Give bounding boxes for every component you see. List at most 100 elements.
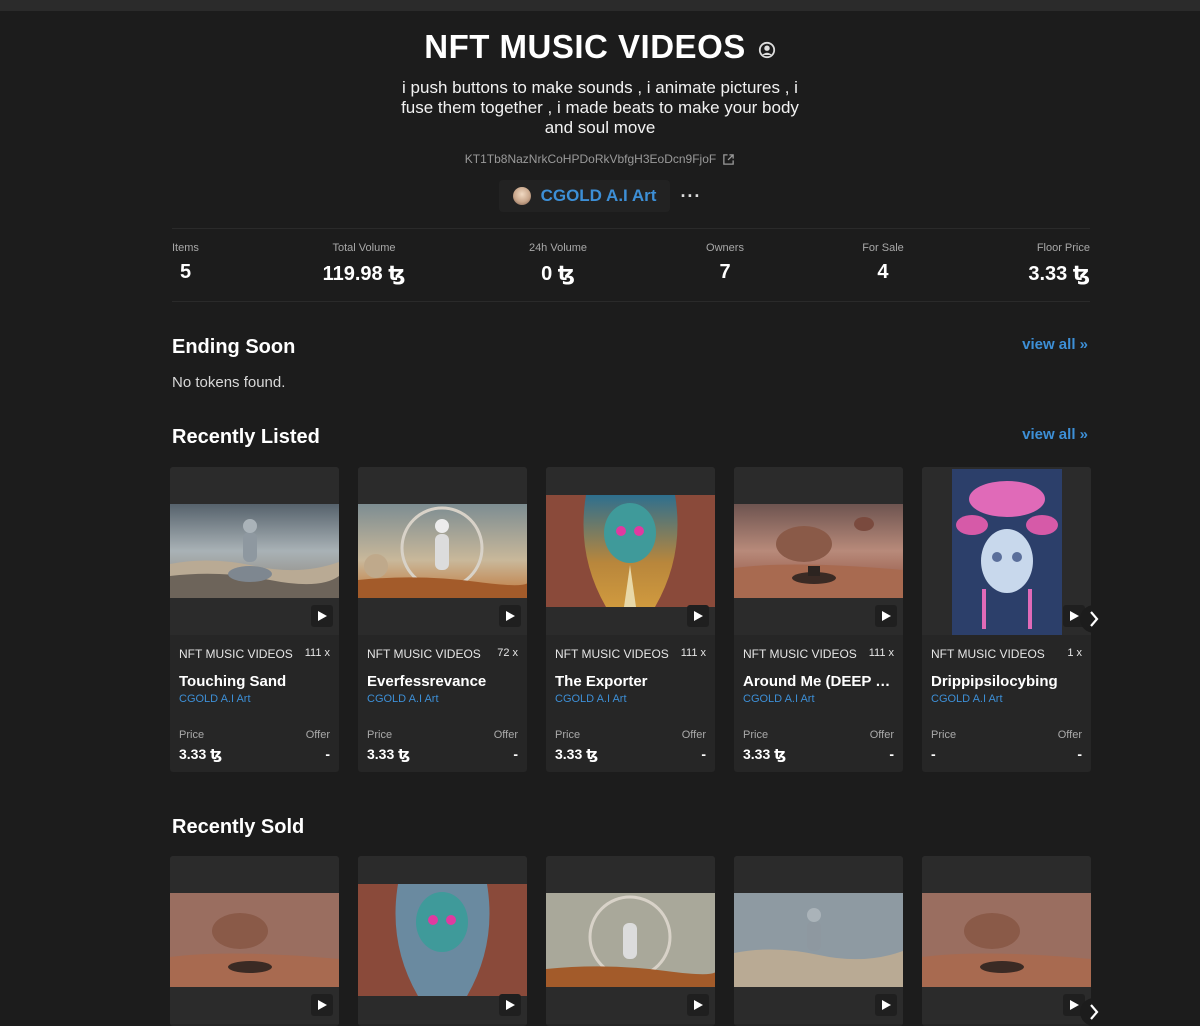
token-artwork[interactable]	[170, 504, 339, 598]
sold-token-card[interactable]	[922, 856, 1091, 1026]
play-button[interactable]	[311, 994, 333, 1016]
token-card[interactable]: NFT MUSIC VIDEOS 111 x The Exporter CGOL…	[546, 467, 715, 772]
chevron-right-icon	[1090, 1004, 1099, 1020]
token-editions: 111 x	[868, 647, 894, 659]
creator-row: CGOLD A.I Art ···	[0, 180, 1200, 212]
stat-value: 7	[719, 261, 731, 283]
recently-listed-view-all-link[interactable]: view all »	[1022, 426, 1088, 443]
stat-total-volume: Total Volume 119.98 ꜩ	[323, 242, 406, 286]
token-media[interactable]	[734, 467, 903, 635]
play-button[interactable]	[311, 605, 333, 627]
play-button[interactable]	[499, 605, 521, 627]
token-collection[interactable]: NFT MUSIC VIDEOS	[179, 647, 293, 661]
token-artwork[interactable]	[734, 504, 903, 598]
collection-row: NFT MUSIC VIDEOS 111 x	[743, 647, 894, 661]
price-values: 3.33 ꜩ -	[367, 746, 518, 763]
play-button[interactable]	[499, 994, 521, 1016]
token-meta: NFT MUSIC VIDEOS 111 x Touching Sand CGO…	[170, 635, 339, 772]
token-media[interactable]	[922, 856, 1091, 1024]
user-circle-icon[interactable]	[758, 41, 776, 59]
play-button[interactable]	[875, 994, 897, 1016]
token-media[interactable]	[546, 856, 715, 1024]
price-value: -	[931, 746, 936, 762]
stat-floor-price: Floor Price 3.33 ꜩ	[1028, 242, 1090, 286]
play-icon	[693, 611, 703, 621]
price-labels: Price Offer	[931, 729, 1082, 741]
token-artwork[interactable]	[952, 469, 1062, 635]
token-creator[interactable]: CGOLD A.I Art	[179, 693, 330, 705]
token-collection[interactable]: NFT MUSIC VIDEOS	[931, 647, 1045, 661]
token-card[interactable]: NFT MUSIC VIDEOS 111 x Around Me (DEEP H…	[734, 467, 903, 772]
price-value: 3.33 ꜩ	[179, 746, 223, 762]
play-button[interactable]	[687, 605, 709, 627]
play-icon	[1069, 611, 1079, 621]
token-artwork[interactable]	[922, 893, 1091, 987]
token-artwork[interactable]	[358, 884, 527, 996]
token-media[interactable]	[358, 467, 527, 635]
sold-token-card[interactable]	[546, 856, 715, 1026]
sold-carousel-next-button[interactable]	[1080, 998, 1108, 1026]
token-artwork[interactable]	[358, 504, 527, 598]
token-name[interactable]: Drippipsilocybing	[931, 673, 1082, 690]
price-values: - -	[931, 746, 1082, 762]
token-name[interactable]: Touching Sand	[179, 673, 330, 690]
stat-label: 24h Volume	[528, 242, 588, 254]
token-artwork[interactable]	[170, 893, 339, 987]
token-meta: NFT MUSIC VIDEOS 111 x Around Me (DEEP H…	[734, 635, 903, 772]
ending-soon-view-all-link[interactable]: view all »	[1022, 336, 1088, 353]
token-collection[interactable]: NFT MUSIC VIDEOS	[367, 647, 481, 661]
token-card[interactable]: NFT MUSIC VIDEOS 111 x Touching Sand CGO…	[170, 467, 339, 772]
token-media[interactable]	[170, 467, 339, 635]
creator-name[interactable]: CGOLD A.I Art	[541, 186, 657, 206]
token-name[interactable]: Everfessrevance	[367, 673, 518, 690]
token-creator[interactable]: CGOLD A.I Art	[367, 693, 518, 705]
token-creator[interactable]: CGOLD A.I Art	[931, 693, 1082, 705]
stat-value: 5	[180, 261, 192, 283]
token-name[interactable]: The Exporter	[555, 673, 706, 690]
external-link-icon[interactable]	[722, 153, 735, 166]
token-collection[interactable]: NFT MUSIC VIDEOS	[555, 647, 669, 661]
play-button[interactable]	[687, 994, 709, 1016]
token-media[interactable]	[358, 856, 527, 1024]
sold-token-card[interactable]	[358, 856, 527, 1026]
stat-24h-volume: 24h Volume 0 ꜩ	[529, 242, 587, 286]
token-artwork[interactable]	[546, 495, 715, 607]
more-options-button[interactable]: ···	[680, 187, 701, 205]
token-media[interactable]	[170, 856, 339, 1024]
chevron-right-icon	[1090, 611, 1099, 627]
price-labels: Price Offer	[179, 729, 330, 741]
token-card[interactable]: NFT MUSIC VIDEOS 1 x Drippipsilocybing C…	[922, 467, 1091, 772]
stat-label: Owners	[706, 242, 744, 254]
play-icon	[505, 1000, 515, 1010]
carousel-next-button[interactable]	[1080, 605, 1108, 633]
contract-address[interactable]: KT1Tb8NazNrkCoHPDoRkVbfgH3EoDcn9FjoF	[465, 152, 716, 166]
sold-token-card[interactable]	[170, 856, 339, 1026]
play-icon	[1069, 1000, 1079, 1010]
stat-value: 4	[877, 261, 889, 283]
token-artwork[interactable]	[734, 893, 903, 987]
token-artwork[interactable]	[546, 893, 715, 987]
token-media[interactable]	[734, 856, 903, 1024]
token-card[interactable]: NFT MUSIC VIDEOS 72 x Everfessrevance CG…	[358, 467, 527, 772]
token-collection[interactable]: NFT MUSIC VIDEOS	[743, 647, 857, 661]
token-media[interactable]	[922, 467, 1091, 635]
token-meta: NFT MUSIC VIDEOS 72 x Everfessrevance CG…	[358, 635, 527, 772]
price-label: Price	[367, 729, 393, 741]
token-creator[interactable]: CGOLD A.I Art	[555, 693, 706, 705]
creator-chip[interactable]: CGOLD A.I Art	[498, 180, 671, 212]
play-icon	[317, 1000, 327, 1010]
play-button[interactable]	[875, 605, 897, 627]
play-icon	[505, 611, 515, 621]
play-icon	[881, 611, 891, 621]
sold-token-card[interactable]	[734, 856, 903, 1026]
token-name[interactable]: Around Me (DEEP H...	[743, 673, 894, 690]
offer-value: -	[325, 746, 330, 762]
contract-address-link[interactable]: KT1Tb8NazNrkCoHPDoRkVbfgH3EoDcn9FjoF	[0, 152, 1200, 166]
offer-value: -	[513, 746, 518, 762]
token-creator[interactable]: CGOLD A.I Art	[743, 693, 894, 705]
title-row: NFT MUSIC VIDEOS	[0, 28, 1200, 66]
collection-header: NFT MUSIC VIDEOS i push buttons to make …	[0, 28, 1200, 212]
collection-row: NFT MUSIC VIDEOS 111 x	[179, 647, 330, 661]
token-media[interactable]	[546, 467, 715, 635]
stat-owners: Owners 7	[706, 242, 744, 284]
